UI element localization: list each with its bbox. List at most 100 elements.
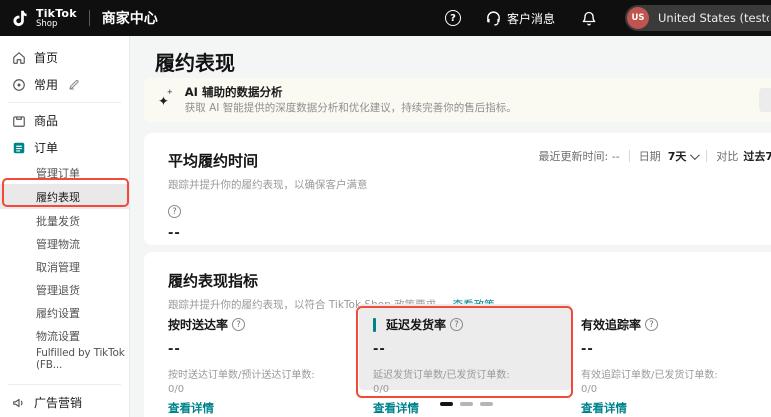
sidebar-item-label: 管理退货: [36, 283, 80, 297]
sidebar-item-returns[interactable]: 管理退货: [0, 278, 129, 301]
ai-banner-title: AI 辅助的数据分析: [184, 84, 283, 99]
sidebar-item-label: 取消管理: [36, 260, 80, 274]
metrics-card-title: 履约表现指标: [168, 272, 259, 290]
try-it-button[interactable]: 去试试: [759, 88, 771, 112]
help-icon[interactable]: ?: [645, 318, 659, 331]
bell-icon: [581, 10, 597, 27]
headset-icon: [485, 10, 502, 27]
sidebar-item-home[interactable]: 首页: [0, 44, 129, 71]
chevron-down-icon: [690, 150, 701, 161]
sidebar-item-label: 商品: [34, 114, 59, 128]
avg-card-subtitle: 跟踪并提升你的履约表现，以确保客户满意: [168, 179, 368, 191]
edit-icon[interactable]: [68, 79, 80, 91]
page-indicator-1[interactable]: [440, 402, 453, 406]
metric-title: 按时送达率: [168, 318, 229, 332]
orders-icon: [12, 141, 26, 155]
tiktok-shop-logo[interactable]: TikTok Shop: [0, 8, 77, 29]
sidebar-item-label: 常用: [34, 78, 59, 92]
metric-description: 有效追踪订单数/已发货订单数:: [581, 370, 718, 381]
metric-late-dispatch-rate: 延迟发货率 ? -- 延迟发货订单数/已发货订单数: 0/0 查看详情: [359, 304, 571, 415]
sidebar-item-label: 履约表现: [36, 190, 80, 204]
sidebar-item-bulk-ship[interactable]: 批量发货: [0, 209, 129, 232]
help-icon[interactable]: ?: [232, 318, 246, 331]
sidebar-item-logistics-settings[interactable]: 物流设置: [0, 324, 129, 347]
metric-value: --: [168, 342, 181, 357]
sidebar-divider: [8, 102, 121, 103]
sidebar-item-label: 首页: [34, 51, 59, 65]
control-divider: [706, 150, 708, 162]
metric-description: 按时送达订单数/预计送达订单数:: [168, 370, 315, 381]
help-button[interactable]: ?: [444, 10, 461, 26]
sidebar-divider: [8, 384, 121, 385]
ai-analysis-banner: ✦+ AI 辅助的数据分析 获取 AI 智能提供的深度数据分析和优化建议，持续完…: [144, 78, 771, 122]
region-selector[interactable]: US United States (testcase-23...: [625, 5, 771, 31]
help-icon: ?: [444, 10, 461, 26]
products-icon: [12, 114, 26, 128]
sidebar-item-fulfillment-performance[interactable]: 履约表现: [0, 184, 129, 209]
date-label: 日期: [638, 150, 661, 163]
brand-name: TikTok: [36, 6, 77, 20]
sidebar-item-manage-orders[interactable]: 管理订单: [0, 161, 129, 184]
ai-banner-description: 获取 AI 智能提供的深度数据分析和优化建议，持续完善你的售后指标。: [184, 101, 517, 114]
ads-icon: [12, 396, 26, 410]
last-updated-label: 最近更新时间: --: [538, 150, 620, 163]
sidebar-item-label: 履约设置: [36, 306, 80, 320]
home-icon: [12, 51, 26, 65]
tiktok-note-icon: [12, 8, 30, 28]
view-details-link[interactable]: 查看详情: [373, 400, 419, 416]
sidebar-item-label: 广告营销: [34, 396, 83, 410]
active-metric-indicator: [373, 317, 376, 332]
avg-value: --: [168, 226, 181, 241]
sidebar-item-cancellation[interactable]: 取消管理: [0, 255, 129, 278]
metric-on-time-delivery-rate: 按时送达率 ? -- 按时送达订单数/预计送达订单数: 0/0 查看详情: [168, 316, 358, 416]
header-actions: ? 客户消息 US United States (test: [444, 0, 771, 36]
help-icon[interactable]: ?: [450, 318, 464, 331]
metric-value: --: [373, 342, 386, 357]
main-content: 履约表现 ✦+ AI 辅助的数据分析 获取 AI 智能提供的深度数据分析和优化建…: [131, 36, 771, 417]
sidebar-item-manage-logistics[interactable]: 管理物流: [0, 232, 129, 255]
sidebar-item-fulfillment-settings[interactable]: 履约设置: [0, 301, 129, 324]
region-label: United States (testcase-23...: [658, 11, 769, 25]
sidebar-item-label: 管理订单: [36, 166, 80, 180]
customer-messages-button[interactable]: 客户消息: [485, 10, 555, 27]
view-details-link[interactable]: 查看详情: [168, 400, 214, 416]
metric-title: 有效追踪率: [581, 318, 642, 332]
app-title: 商家中心: [101, 11, 158, 27]
header-divider: [88, 10, 90, 26]
us-flag-badge: US: [627, 7, 649, 29]
metric-description: 延迟发货订单数/已发货订单数:: [373, 370, 510, 381]
sidebar-item-label: 物流设置: [36, 329, 80, 343]
date-controls: 最近更新时间: -- 日期 7天 对比 过去7天: [539, 148, 771, 164]
customer-messages-label: 客户消息: [506, 11, 555, 26]
sidebar-item-frequent[interactable]: 常用: [0, 71, 129, 98]
page-title: 履约表现: [155, 51, 235, 75]
view-details-link[interactable]: 查看详情: [581, 400, 627, 416]
page-indicator-3[interactable]: [480, 402, 493, 406]
average-fulfillment-time-card: 平均履约时间 跟踪并提升你的履约表现，以确保客户满意 ? -- 行业均值 -- …: [144, 133, 771, 265]
sidebar-item-products[interactable]: 商品: [0, 107, 129, 134]
metric-ratio: 0/0: [373, 384, 390, 395]
help-icon[interactable]: ?: [168, 205, 181, 218]
fulfillment-metrics-card: 履约表现指标 跟踪并提升你的履约表现，以符合 TikTok Shop 政策要求。…: [144, 252, 771, 417]
tiktok-shop-seller-center: TikTok Shop 商家中心 ? 客户消息 US United States…: [0, 0, 771, 417]
control-divider: [628, 150, 630, 162]
compare-value[interactable]: 过去7天: [743, 148, 771, 164]
metric-title: 延迟发货率: [386, 318, 447, 332]
sidebar-item-ads[interactable]: 广告营销: [0, 389, 129, 416]
sidebar-nav: 首页 常用 商品 订单 管理订单 履约表现 批量发货 管理物流 取消管理 管理退…: [0, 36, 130, 417]
page-indicator-2[interactable]: [460, 402, 473, 406]
date-range-dropdown[interactable]: 7天: [668, 148, 701, 164]
sidebar-item-orders[interactable]: 订单: [0, 134, 129, 161]
brand-sub-name: Shop: [36, 18, 58, 29]
sparkle-icon: ✦+: [158, 88, 173, 110]
sidebar-item-label: Fulfilled by TikTok (FB...: [36, 346, 125, 371]
sidebar-item-fulfilled-by-tiktok[interactable]: Fulfilled by TikTok (FB...: [0, 346, 129, 371]
sidebar-item-label: 批量发货: [36, 214, 80, 228]
carousel-pagination: [440, 402, 493, 406]
metric-ratio: 0/0: [168, 384, 185, 395]
sidebar-item-label: 管理物流: [36, 237, 80, 251]
notifications-button[interactable]: [581, 10, 597, 27]
metric-value: --: [581, 342, 594, 357]
frequent-icon: [12, 78, 26, 92]
metric-ratio: 0/0: [581, 384, 598, 395]
